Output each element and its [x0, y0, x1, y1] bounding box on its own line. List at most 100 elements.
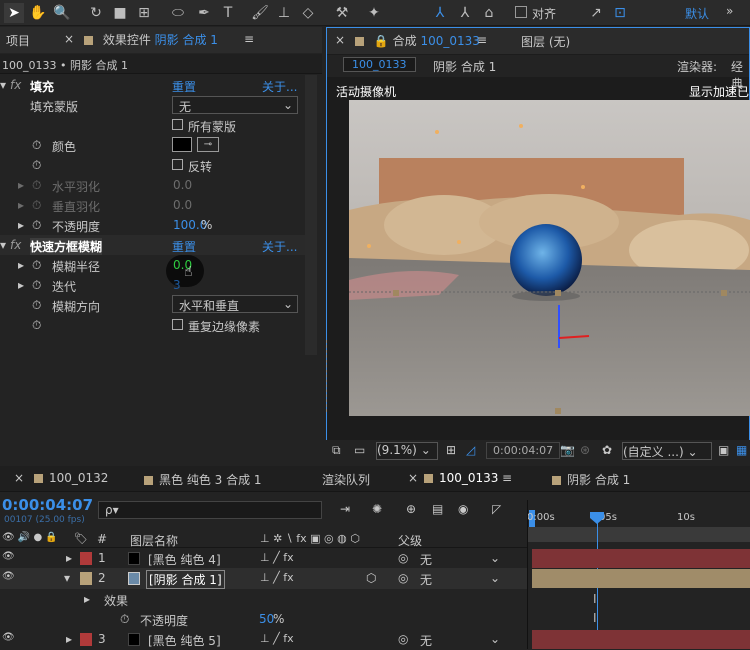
panel-menu-icon[interactable]: ≡ [502, 471, 512, 485]
stopwatch-icon[interactable]: ⏱ [32, 318, 41, 333]
opacity-property-row[interactable]: ⏱ 不透明度 50 % [0, 609, 527, 630]
layer-search-input[interactable]: ρ▾ [98, 501, 322, 519]
brush-tool-icon[interactable]: 🖌 [250, 3, 270, 23]
fx-icon[interactable]: fx [10, 78, 21, 92]
layer-row[interactable]: 👁 ▸ 1 [黑色 纯色 4] ⊥ ╱ fx ◎ 无 ⌄ [0, 548, 527, 569]
fx-icon[interactable]: fx [10, 238, 21, 252]
tab-project[interactable]: 项目 [6, 32, 30, 49]
show-snapshot-icon[interactable]: ⊛ [580, 443, 590, 457]
channel-icon[interactable]: ✿ [602, 443, 612, 457]
label-color[interactable] [80, 633, 92, 646]
region-of-interest-icon[interactable]: ⧉ [332, 443, 341, 458]
panel-menu-icon[interactable]: ≡ [477, 33, 487, 47]
graph-editor-icon[interactable]: ◸ [492, 502, 501, 516]
transparency-grid-icon[interactable]: ▦ [736, 443, 747, 457]
grid-icon[interactable]: ⊞ [446, 443, 456, 457]
eraser-tool-icon[interactable]: ◇ [298, 3, 318, 23]
zoom-tool-icon[interactable]: 🔍 [52, 3, 72, 23]
layer-bar[interactable] [532, 630, 750, 649]
collapse-arrow-icon[interactable]: ▾ [0, 238, 6, 252]
stopwatch-icon[interactable]: ⏱ [32, 298, 41, 313]
color-swatch[interactable] [172, 137, 192, 152]
snapshot-icon[interactable]: 📷 [560, 443, 575, 457]
parent-pickwhip-icon[interactable]: ◎ [398, 571, 408, 585]
anchor-handle[interactable] [393, 290, 399, 296]
parent-value[interactable]: 无 [420, 551, 432, 568]
reset-link[interactable]: 重置 [172, 78, 196, 95]
frame-blend-icon[interactable]: ▤ [432, 502, 443, 516]
ellipse-tool-icon[interactable]: ⬭ [168, 3, 188, 23]
work-area-bar[interactable] [527, 527, 750, 542]
label-color[interactable] [80, 552, 92, 565]
layer-row[interactable]: 👁 ▸ 3 [黑色 纯色 5] ⊥ ╱ fx ◎ 无 ⌄ [0, 629, 527, 650]
snap-checkbox[interactable] [515, 6, 527, 18]
about-link[interactable]: 关于... [262, 78, 297, 95]
mask-visibility-icon[interactable]: ◿ [466, 443, 475, 457]
stopwatch-icon[interactable]: ⏱ [32, 258, 41, 273]
expand-arrow-icon[interactable]: ▸ [18, 258, 24, 272]
snap-features-icon[interactable]: ⊡ [610, 3, 630, 23]
repeat-edge-checkbox[interactable] [172, 318, 188, 332]
workspace-menu-icon[interactable]: » [726, 4, 733, 18]
roto-brush-tool-icon[interactable]: ⚒ [332, 3, 352, 23]
crumb-comp[interactable]: 100_0133 [343, 57, 416, 72]
scrollbar[interactable] [305, 75, 317, 355]
view-option-dropdown[interactable]: (自定义 ...) ⌄ [622, 442, 712, 460]
layer-name[interactable]: [黑色 纯色 5] [148, 632, 221, 649]
column-parent[interactable]: 父级 [398, 532, 422, 549]
tab-layer[interactable]: 图层 (无) [521, 33, 570, 50]
effects-group-row[interactable]: ▸ 效果 [0, 589, 527, 610]
hand-tool-icon[interactable]: ✋ [28, 3, 48, 23]
comp-nav-icon[interactable]: ⇥ [340, 502, 350, 516]
eyedropper-icon[interactable]: ⊸ [197, 137, 219, 152]
expand-arrow-icon[interactable]: ▸ [18, 178, 24, 192]
invert-checkbox[interactable] [172, 158, 188, 172]
rotate-tool-icon[interactable]: ↻ [86, 3, 106, 23]
parent-value[interactable]: 无 [420, 571, 432, 588]
expand-arrow-icon[interactable]: ▸ [18, 198, 24, 212]
viewer-timecode[interactable]: 0:00:04:07 [486, 442, 561, 459]
view-axis-icon[interactable]: ⌂ [479, 3, 499, 23]
anchor-handle[interactable] [721, 290, 727, 296]
parent-pickwhip-icon[interactable]: ◎ [398, 551, 408, 565]
reset-link[interactable]: 重置 [172, 238, 196, 255]
layer-name[interactable]: [黑色 纯色 4] [148, 551, 221, 568]
layer-row-selected[interactable]: 👁 ▾ 2 [阴影 合成 1] ⊥ ╱ fx ⬡ ◎ 无 ⌄ [0, 568, 527, 589]
panel-menu-icon[interactable]: ≡ [244, 32, 254, 46]
expand-arrow-icon[interactable]: ▸ [18, 218, 24, 232]
eye-icon[interactable]: 👁 [2, 551, 15, 562]
timeline-tab[interactable]: 阴影 合成 1 [567, 473, 630, 487]
close-icon[interactable]: × [408, 471, 418, 485]
about-link[interactable]: 关于... [262, 238, 297, 255]
camera-tool-icon[interactable]: ■ [110, 3, 130, 23]
layer-bar[interactable] [532, 569, 750, 588]
view-layout-icon[interactable]: ▣ [718, 443, 729, 457]
expand-arrow-icon[interactable]: ▸ [66, 632, 72, 646]
local-axis-icon[interactable]: ⅄ [430, 3, 450, 23]
stopwatch-icon[interactable]: ⏱ [32, 178, 41, 193]
effect-blur-header[interactable]: ▾ fx 快速方框模糊 重置 关于... [0, 235, 305, 255]
eye-icon[interactable]: 👁 [2, 571, 15, 582]
layer-switches-icons[interactable]: ⊥ ╱ fx [260, 551, 294, 564]
timeline-tab[interactable]: 黑色 纯色 3 合成 1 [159, 473, 262, 487]
eye-icon[interactable]: 👁 [2, 632, 15, 643]
zoom-dropdown[interactable]: (9.1%) ⌄ [376, 442, 438, 460]
pen-tool-icon[interactable]: ✒ [194, 3, 214, 23]
tab-effect-controls[interactable]: 效果控件 阴影 合成 1 [78, 31, 218, 48]
world-axis-icon[interactable]: ⅄ [455, 3, 475, 23]
layer-switches-icons[interactable]: ⊥ ╱ fx [260, 632, 294, 645]
parent-pickwhip-icon[interactable]: ◎ [398, 632, 408, 646]
blur-direction-dropdown[interactable]: 水平和垂直 ⌄ [172, 295, 298, 313]
expand-arrow-icon[interactable]: ▸ [84, 592, 90, 606]
timeline-tab[interactable]: 渲染队列 [322, 471, 370, 488]
iterations-value[interactable]: 3 [173, 278, 181, 292]
stopwatch-icon[interactable]: ⏱ [32, 198, 41, 213]
shy-icon[interactable]: ⊕ [406, 502, 416, 516]
3d-layer-icon[interactable]: ⬡ [366, 571, 376, 585]
close-icon[interactable]: × [14, 471, 24, 485]
close-icon[interactable]: × [64, 32, 74, 46]
text-tool-icon[interactable]: T [218, 3, 238, 23]
fill-mask-dropdown[interactable]: 无 ⌄ [172, 96, 298, 114]
snap-icon[interactable]: ↗ [586, 3, 606, 23]
timeline-tab[interactable]: 100_0132 [49, 471, 108, 485]
